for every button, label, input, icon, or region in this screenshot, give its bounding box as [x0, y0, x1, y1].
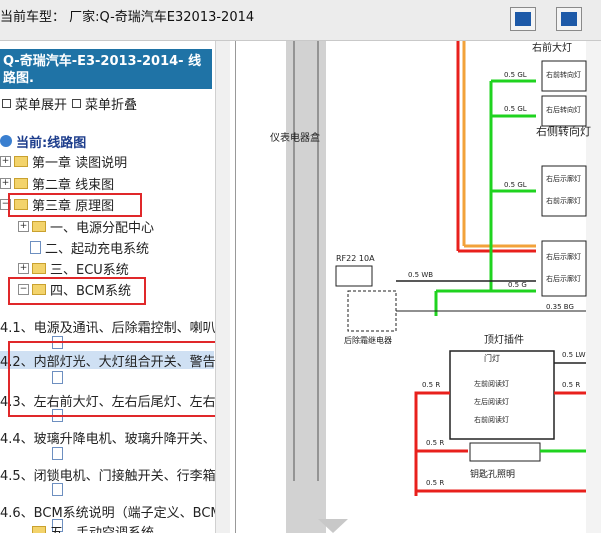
highlight-box-lighting — [8, 341, 222, 417]
svg-text:0.5 R: 0.5 R — [426, 439, 444, 447]
svg-text:右后示廓灯: 右后示廓灯 — [546, 252, 581, 261]
tree-item-4-5[interactable]: 4.5、闭锁电机、门接触开关、行李箱 — [0, 465, 216, 484]
svg-text:0.5 R: 0.5 R — [422, 381, 440, 389]
svg-text:左后阅读灯: 左后阅读灯 — [474, 397, 509, 406]
sidebar-tree: Q-奇瑞汽车-E3-2013-2014- 线路图. 菜单展开 菜单折叠 当前:线… — [0, 41, 236, 533]
svg-text:0.5 WB: 0.5 WB — [408, 271, 433, 279]
top-toolbar: 当前车型： 厂家:Q-奇瑞汽车E32013-2014 — [0, 0, 601, 41]
fit-width-button[interactable] — [556, 7, 582, 31]
expand-icon[interactable]: + — [0, 177, 11, 189]
prev-page-button[interactable] — [510, 7, 536, 31]
tree-item-section5[interactable]: 五、手动空调系统 — [32, 522, 154, 533]
svg-text:右前示廓灯: 右前示廓灯 — [546, 196, 581, 205]
expand-icon[interactable]: + — [18, 262, 29, 274]
svg-text:0.35 BG: 0.35 BG — [546, 303, 574, 311]
highlight-box-bcm — [8, 277, 146, 305]
svg-text:0.5 G: 0.5 G — [508, 281, 527, 289]
document-icon — [52, 483, 63, 496]
sidebar-scrollbar[interactable] — [215, 41, 230, 533]
folder-icon — [32, 262, 46, 274]
menu-expand-button[interactable]: 菜单展开 — [2, 94, 67, 113]
right-turn-lamp-label: 右侧转向灯 — [536, 124, 591, 138]
expand-arrows-icon — [561, 12, 577, 26]
fuse-box-label: 仪表电器盒 — [270, 131, 320, 144]
svg-text:0.5 GL: 0.5 GL — [504, 71, 527, 79]
tree-item-4-4[interactable]: 4.4、玻璃升降电机、玻璃升降开关、 — [0, 428, 216, 447]
svg-text:右前阅读灯: 右前阅读灯 — [474, 415, 509, 424]
wiring-diagram: 仪表电器盒 RF22 10A 后除霜继电器 右前大灯 右侧转向灯 右前转向灯 右… — [236, 41, 601, 533]
expand-icon[interactable]: + — [18, 220, 29, 232]
tree-item-section3[interactable]: + 三、ECU系统 — [18, 259, 129, 278]
svg-text:右后转向灯: 右后转向灯 — [546, 105, 581, 114]
dome-lamp-label: 顶灯插件 — [484, 333, 524, 346]
folder-icon — [14, 155, 28, 167]
document-icon — [52, 447, 63, 460]
expand-icon[interactable]: + — [0, 155, 11, 167]
svg-text:右后示廓灯: 右后示廓灯 — [546, 274, 581, 283]
tree-item-section1[interactable]: + 一、电源分配中心 — [18, 217, 154, 236]
highlight-box-chapter3 — [8, 193, 142, 217]
folder-icon — [32, 220, 46, 232]
key-hole-lamp-label: 钥匙孔照明 — [470, 468, 515, 480]
car-model-label: 当前车型： 厂家:Q-奇瑞汽车E32013-2014 — [0, 10, 255, 25]
svg-text:0.5 GL: 0.5 GL — [504, 105, 527, 113]
svg-text:0.5 GL: 0.5 GL — [504, 181, 527, 189]
svg-text:0.5 R: 0.5 R — [562, 381, 580, 389]
svg-text:左前阅读灯: 左前阅读灯 — [474, 379, 509, 388]
fuse-label: RF22 10A — [336, 254, 375, 263]
tree-item-4-1[interactable]: 4.1、电源及通讯、后除霜控制、喇叭 — [0, 317, 216, 336]
folder-icon — [32, 525, 46, 533]
menu-collapse-button[interactable]: 菜单折叠 — [72, 94, 137, 113]
svg-text:0.5 LW: 0.5 LW — [562, 351, 586, 359]
relay-label: 后除霜继电器 — [344, 335, 392, 345]
folder-icon — [14, 177, 28, 189]
tree-item-chapter2[interactable]: + 第二章 线束图 — [0, 174, 114, 193]
right-front-lamp-label: 右前大灯 — [532, 41, 572, 54]
collapse-all-icon — [72, 98, 81, 108]
svg-text:右前转向灯: 右前转向灯 — [546, 70, 581, 79]
arrow-right-icon — [515, 12, 531, 26]
sidebar-title: Q-奇瑞汽车-E3-2013-2014- 线路图. — [0, 49, 212, 89]
svg-text:门灯: 门灯 — [484, 353, 500, 363]
globe-icon — [0, 135, 12, 147]
tree-item-4-6[interactable]: 4.6、BCM系统说明（端子定义、BCM — [0, 502, 222, 521]
wiring-diagram-canvas: 仪表电器盒 RF22 10A 后除霜继电器 右前大灯 右侧转向灯 右前转向灯 右… — [270, 41, 601, 533]
svg-text:0.5 R: 0.5 R — [426, 479, 444, 487]
svg-text:右后示廓灯: 右后示廓灯 — [546, 174, 581, 183]
tree-item-chapter1[interactable]: + 第一章 读图说明 — [0, 152, 127, 171]
current-node[interactable]: 当前:线路图 — [0, 132, 86, 151]
expand-all-icon — [2, 98, 11, 108]
document-icon — [30, 240, 41, 254]
tree-item-section2[interactable]: 二、起动充电系统 — [30, 238, 149, 257]
